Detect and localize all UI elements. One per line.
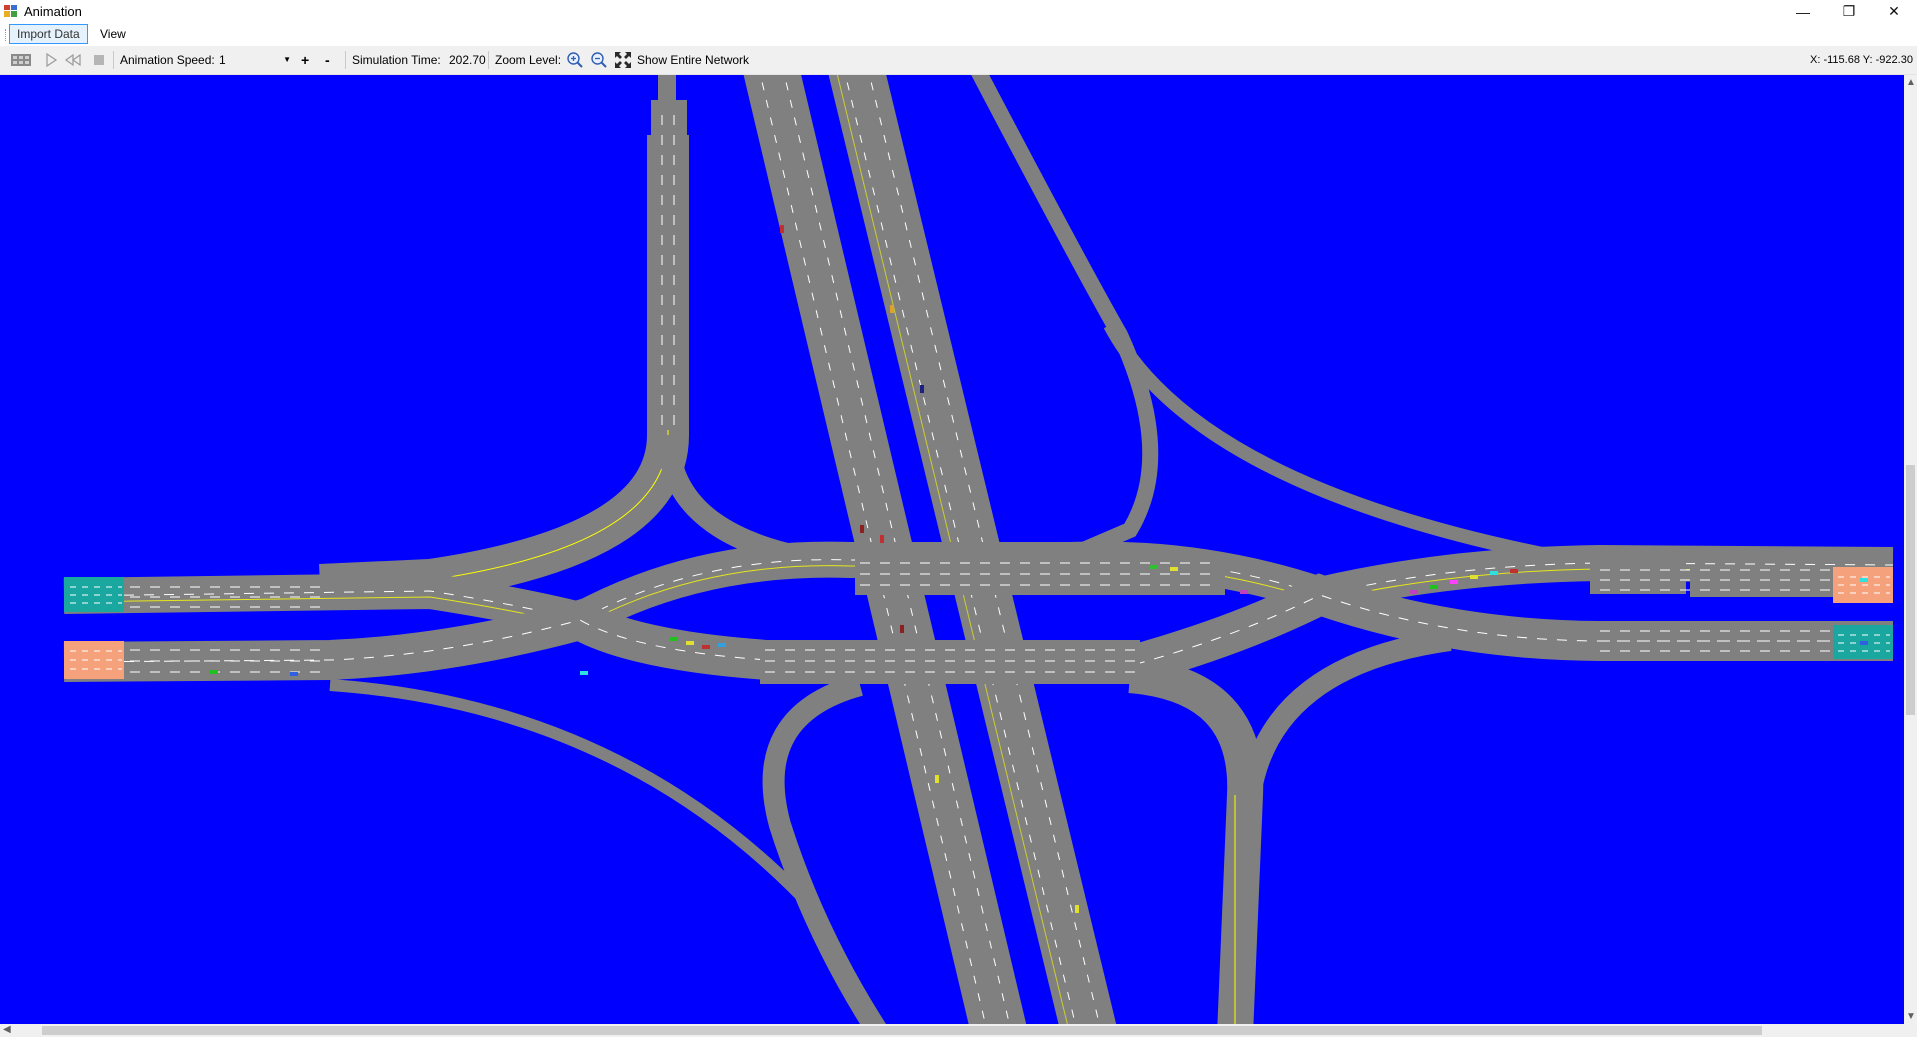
speed-minus-button[interactable]: - <box>325 50 330 70</box>
vehicle <box>1430 585 1438 589</box>
horizontal-scrollbar[interactable]: ◀ <box>0 1024 1917 1037</box>
vehicle <box>1170 567 1178 571</box>
road-network <box>63 75 1894 1024</box>
vehicle <box>702 645 710 649</box>
animation-canvas[interactable] <box>0 75 1904 1024</box>
scroll-left-icon[interactable]: ◀ <box>3 1024 11 1035</box>
restore-button[interactable]: ❐ <box>1826 0 1872 23</box>
vertical-scroll-thumb[interactable] <box>1906 465 1915 715</box>
toolbar-separator <box>113 51 114 69</box>
rewind-icon[interactable] <box>64 51 82 69</box>
vehicle <box>1150 565 1158 569</box>
vehicle <box>1470 575 1478 579</box>
vehicle <box>1510 569 1518 573</box>
vehicle <box>1240 590 1248 594</box>
vehicle <box>210 670 218 674</box>
toolbar: Animation Speed: 1 ▼ + - Simulation Time… <box>0 46 1917 75</box>
zoom-level-label: Zoom Level: <box>495 53 562 67</box>
app-icon <box>4 5 17 17</box>
zoom-in-icon[interactable] <box>566 51 584 69</box>
vehicle <box>920 385 924 393</box>
menu-bar: Import Data View <box>0 23 1917 46</box>
vehicle <box>880 535 884 543</box>
vehicle <box>718 643 726 647</box>
zoom-out-icon[interactable] <box>590 51 608 69</box>
simulation-time-label: Simulation Time: <box>352 53 441 67</box>
menu-grip <box>5 29 8 41</box>
vehicle <box>1075 905 1079 913</box>
scroll-up-icon[interactable]: ▲ <box>1906 77 1916 88</box>
stop-icon[interactable] <box>90 51 108 69</box>
bridge-lower <box>760 640 1140 684</box>
show-entire-network-button[interactable]: Show Entire Network <box>637 50 749 70</box>
vehicle <box>1490 571 1498 575</box>
vehicle <box>1860 641 1868 645</box>
animation-speed-value: 1 <box>219 53 226 67</box>
menu-import-data[interactable]: Import Data <box>9 24 88 44</box>
east-upper-section <box>1590 558 1686 594</box>
minimize-button[interactable]: — <box>1780 0 1826 23</box>
window-title: Animation <box>24 4 82 19</box>
vehicle <box>1860 578 1868 582</box>
vehicle <box>780 225 784 233</box>
toolbar-separator <box>345 51 346 69</box>
dropdown-arrow-icon[interactable]: ▼ <box>283 50 291 70</box>
vehicle <box>935 775 939 783</box>
vehicle <box>670 637 678 641</box>
north-road-stub <box>658 75 676 105</box>
title-bar: Animation — ❐ ✕ <box>0 0 1917 23</box>
vehicle <box>686 641 694 645</box>
vehicle <box>900 625 904 633</box>
coordinate-readout: X: -115.68 Y: -922.30 <box>1810 54 1913 66</box>
vehicle <box>1410 590 1418 594</box>
animation-speed-select[interactable]: 1 ▼ <box>219 50 291 70</box>
simulation-time-value: 202.70 <box>449 53 486 67</box>
toolbar-separator <box>488 51 489 69</box>
menu-view[interactable]: View <box>93 25 133 43</box>
speed-plus-button[interactable]: + <box>301 50 309 70</box>
close-button[interactable]: ✕ <box>1871 0 1917 23</box>
scroll-down-icon[interactable]: ▼ <box>1906 1011 1916 1022</box>
vehicle <box>890 305 894 313</box>
play-icon[interactable] <box>42 51 60 69</box>
vehicle <box>290 672 298 676</box>
horizontal-scroll-thumb[interactable] <box>42 1026 1762 1035</box>
vehicle <box>1450 580 1458 584</box>
film-icon[interactable] <box>10 51 32 69</box>
animation-speed-label: Animation Speed: <box>120 53 215 67</box>
vehicle <box>580 671 588 675</box>
north-road <box>651 100 687 430</box>
vertical-scrollbar[interactable]: ▲ ▼ <box>1904 75 1917 1024</box>
vehicle <box>860 525 864 533</box>
fit-network-icon[interactable] <box>614 51 632 69</box>
